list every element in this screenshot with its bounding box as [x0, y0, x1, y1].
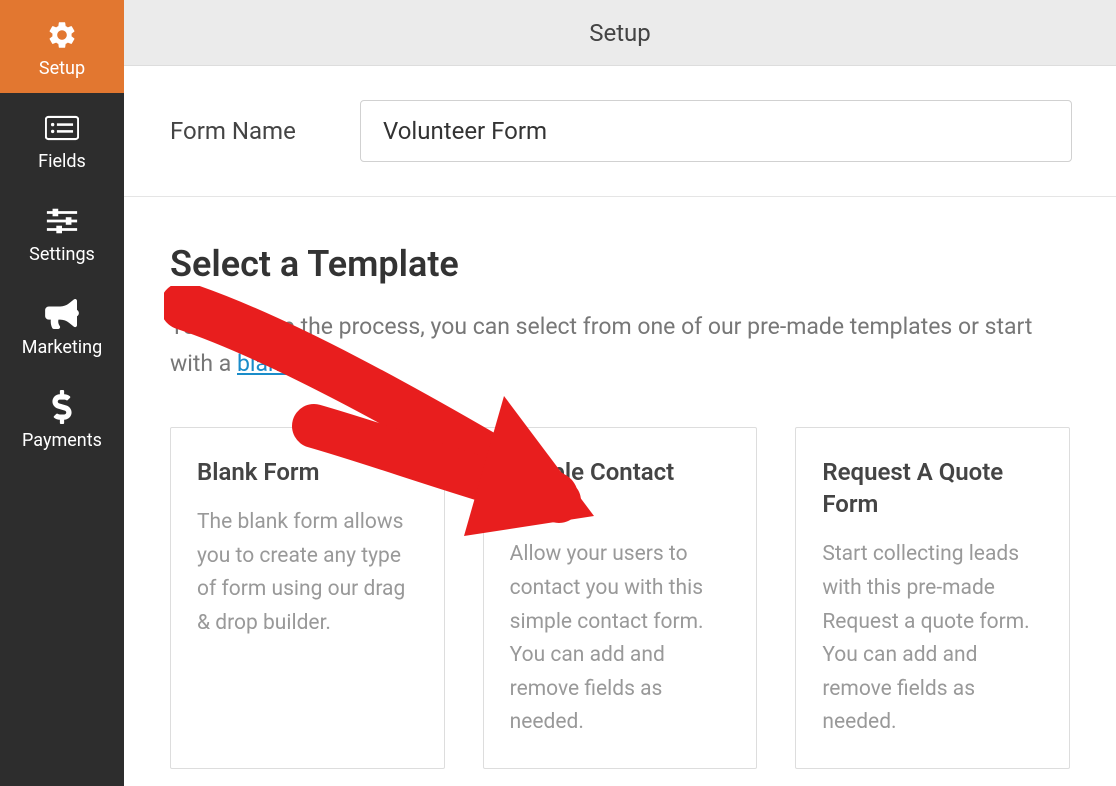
sidebar-item-settings[interactable]: Settings [0, 186, 124, 279]
template-intro: To speed up the process, you can select … [170, 309, 1070, 383]
template-card-desc: The blank form allows you to create any … [197, 506, 418, 640]
template-card-desc: Start collecting leads with this pre-mad… [822, 538, 1043, 740]
form-name-row: Form Name [124, 66, 1116, 197]
template-card-blank[interactable]: Blank Form The blank form allows you to … [170, 427, 445, 769]
list-icon [45, 111, 79, 145]
sidebar-item-fields[interactable]: Fields [0, 93, 124, 186]
sidebar-item-label: Fields [38, 151, 86, 172]
app-root: Setup Fields [0, 0, 1116, 786]
sidebar-item-setup[interactable]: Setup [0, 0, 124, 93]
gear-icon [45, 18, 79, 52]
template-card-title: Simple Contact Form [510, 456, 731, 521]
form-name-input[interactable] [360, 100, 1072, 162]
template-card-title: Request A Quote Form [822, 456, 1043, 521]
bullhorn-icon [45, 297, 79, 331]
sidebar-item-label: Marketing [22, 337, 102, 358]
main-panel: Setup Form Name Select a Template To spe… [124, 0, 1116, 786]
sidebar-item-payments[interactable]: Payments [0, 372, 124, 465]
template-card-simple-contact[interactable]: Simple Contact Form Allow your users to … [483, 427, 758, 769]
template-card-title: Blank Form [197, 456, 418, 488]
content-area: Form Name Select a Template To speed up … [124, 66, 1116, 786]
dollar-icon [45, 390, 79, 424]
template-card-desc: Allow your users to contact you with thi… [510, 538, 731, 740]
template-grid: Blank Form The blank form allows you to … [170, 427, 1070, 769]
blank-form-link[interactable]: blank form. [237, 350, 353, 377]
sidebar-item-label: Settings [29, 244, 95, 265]
template-card-request-quote[interactable]: Request A Quote Form Start collecting le… [795, 427, 1070, 769]
topbar: Setup [124, 0, 1116, 66]
page-title: Setup [589, 19, 651, 47]
form-name-label: Form Name [170, 117, 320, 145]
sidebar: Setup Fields [0, 0, 124, 786]
sidebar-item-label: Payments [22, 430, 102, 451]
template-heading: Select a Template [170, 243, 1070, 285]
sidebar-item-marketing[interactable]: Marketing [0, 279, 124, 372]
sliders-icon [45, 204, 79, 238]
template-section: Select a Template To speed up the proces… [124, 197, 1116, 769]
sidebar-item-label: Setup [39, 58, 85, 79]
